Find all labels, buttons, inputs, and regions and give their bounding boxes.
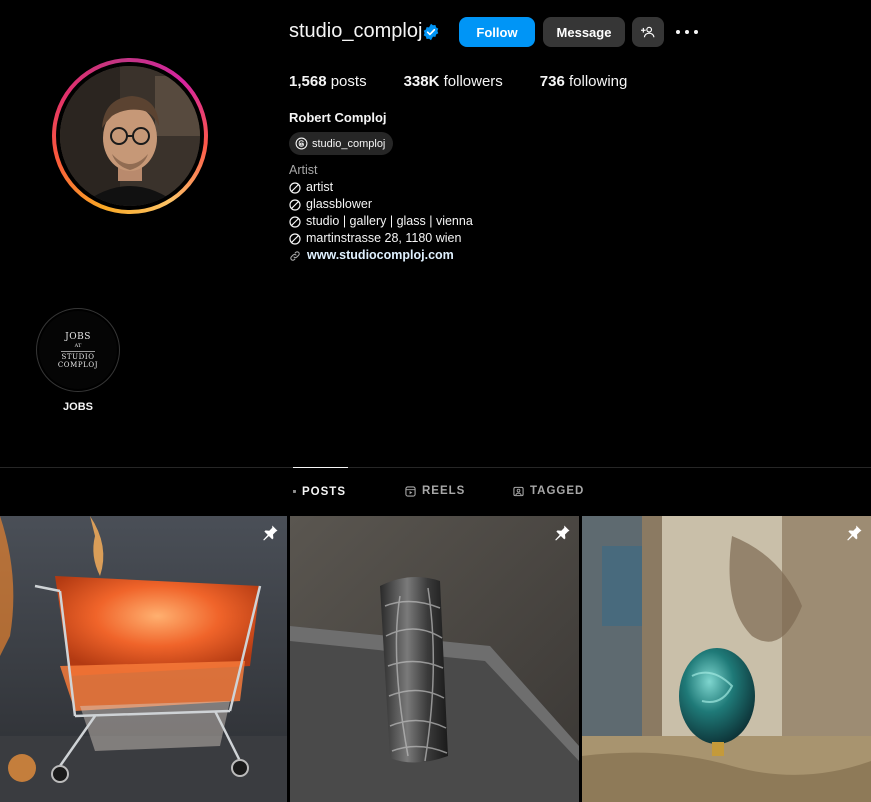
tab-label: POSTS <box>302 485 346 498</box>
post-thumbnail[interactable] <box>290 516 579 802</box>
highlight-label: JOBS <box>63 401 93 413</box>
posts-label: posts <box>330 73 367 90</box>
following-stat[interactable]: 736 following <box>540 73 628 90</box>
threads-icon <box>295 137 308 150</box>
highlight-cover-text: JOBS <box>65 331 91 342</box>
highlight-cover-text: COMPLOJ <box>57 360 99 369</box>
posts-stat: 1,568 posts <box>289 73 367 90</box>
website-link[interactable]: www.studiocomploj.com <box>289 247 473 264</box>
message-button[interactable]: Message <box>543 17 625 47</box>
tab-tagged[interactable]: TAGGED <box>513 467 584 515</box>
avatar-photo <box>60 66 200 206</box>
follow-button[interactable]: Follow <box>459 17 535 47</box>
post-thumbnail[interactable] <box>582 516 871 802</box>
highlight-cover-text: STUDIO <box>61 352 95 361</box>
avatar[interactable] <box>60 66 200 206</box>
tab-label: TAGGED <box>530 485 585 497</box>
bio-line: studio | gallery | glass | vienna <box>289 213 473 230</box>
bio-line: artist <box>289 179 473 196</box>
no-entry-symbol-icon <box>289 198 301 211</box>
dot <box>676 30 680 34</box>
highlight-cover: JOBS AT STUDIO COMPLOJ <box>39 311 117 389</box>
story-ring[interactable] <box>52 58 208 214</box>
followers-stat[interactable]: 338K followers <box>404 73 503 90</box>
no-entry-symbol-icon <box>289 181 301 194</box>
reels-icon <box>405 485 416 497</box>
bio-line: glassblower <box>289 196 473 213</box>
dot <box>694 30 698 34</box>
tab-label: REELS <box>422 485 466 497</box>
profile-full-name: Robert Comploj <box>289 110 387 125</box>
highlight-jobs[interactable]: JOBS AT STUDIO COMPLOJ <box>36 308 120 392</box>
no-entry-symbol-icon <box>289 232 301 245</box>
link-icon <box>290 250 300 261</box>
following-label: following <box>569 73 628 90</box>
profile-stats: 1,568 posts 338K followers 736 following <box>289 73 664 90</box>
bio-text: artist <box>306 180 334 194</box>
post-thumbnail[interactable] <box>0 516 287 802</box>
followers-label: followers <box>443 73 503 90</box>
post-image <box>0 516 287 802</box>
add-user-icon <box>641 26 655 38</box>
no-entry-symbol-icon <box>289 215 301 228</box>
bio-text: glassblower <box>306 197 373 211</box>
suggested-accounts-button[interactable] <box>632 17 664 47</box>
verified-badge-icon <box>423 23 439 41</box>
more-options-icon[interactable] <box>676 22 698 42</box>
grid-icon <box>293 490 296 493</box>
bio-text: martinstrasse 28, 1180 wien <box>306 231 462 245</box>
tab-posts[interactable]: POSTS <box>293 467 348 515</box>
website-text: www.studiocomploj.com <box>307 248 454 262</box>
pinned-icon <box>263 525 278 541</box>
profile-category: Artist <box>289 163 318 177</box>
posts-count: 1,568 <box>289 73 327 90</box>
threads-handle: studio_comploj <box>312 137 386 150</box>
tagged-icon <box>513 486 524 496</box>
post-image <box>582 516 871 802</box>
bio: artist glassblower studio | gallery | gl… <box>289 179 473 264</box>
highlight-cover-text: AT <box>74 342 82 349</box>
dot <box>685 30 689 34</box>
pinned-icon <box>847 525 862 541</box>
bio-text: studio | gallery | glass | vienna <box>306 214 473 228</box>
followers-count: 338K <box>403 73 440 90</box>
threads-badge[interactable]: studio_comploj <box>289 132 394 155</box>
pinned-icon <box>555 525 570 541</box>
post-image <box>290 516 579 802</box>
divider <box>61 350 95 352</box>
following-count: 736 <box>539 73 565 90</box>
bio-line: martinstrasse 28, 1180 wien <box>289 230 473 247</box>
tab-reels[interactable]: REELS <box>405 467 465 515</box>
profile-username: studio_comploj <box>289 20 423 42</box>
